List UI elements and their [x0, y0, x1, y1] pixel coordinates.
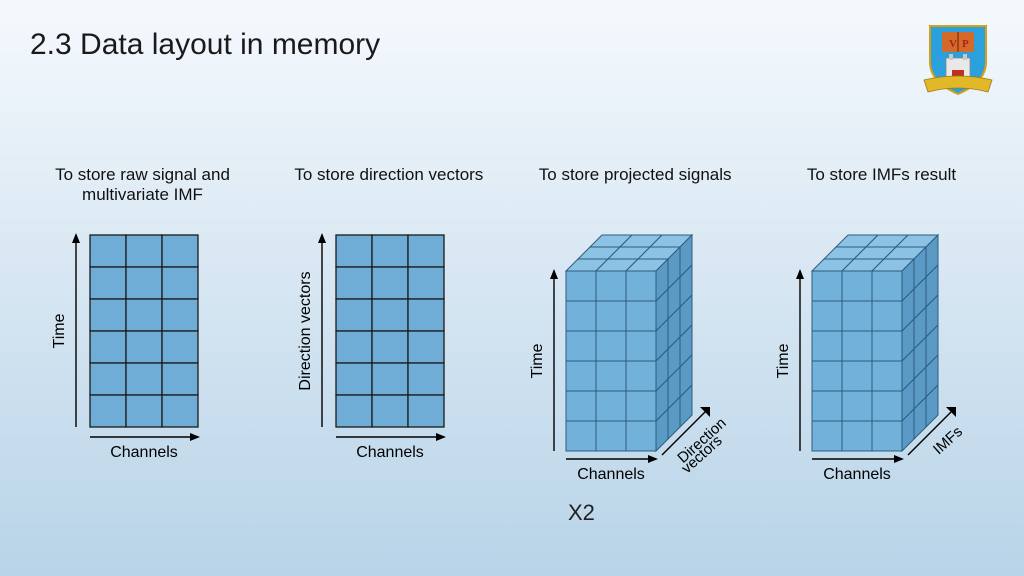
- diagram-row: To store raw signal andmultivariate IMF T…: [25, 165, 999, 505]
- svg-text:V: V: [949, 38, 957, 50]
- svg-text:Channels: Channels: [823, 466, 891, 483]
- diagram-caption: To store IMFs result: [764, 165, 999, 185]
- svg-text:Direction vectors: Direction vectors: [297, 271, 314, 390]
- svg-text:Channels: Channels: [577, 466, 645, 483]
- svg-text:P: P: [962, 38, 969, 50]
- svg-text:Time: Time: [775, 343, 792, 378]
- svg-text:Channels: Channels: [357, 444, 425, 461]
- footnote-x2: X2: [568, 500, 595, 526]
- diagram-caption: To store projected signals: [518, 165, 753, 185]
- svg-text:Time: Time: [529, 343, 546, 378]
- diagram-0: To store raw signal andmultivariate IMF T…: [25, 165, 260, 505]
- diagram-3: To store IMFs resultTimeChannelsIMFs: [764, 165, 999, 505]
- svg-text:Channels: Channels: [110, 444, 178, 461]
- diagram-caption: To store raw signal andmultivariate IMF: [25, 165, 260, 206]
- cube-3d-icon: TimeChannelsDirectionvectors: [518, 225, 753, 505]
- university-logo: V P: [922, 22, 994, 110]
- svg-text:Time: Time: [51, 313, 68, 348]
- cube-3d-icon: TimeChannelsIMFs: [764, 225, 999, 505]
- diagram-caption: To store direction vectors: [271, 165, 506, 185]
- grid-2d-icon: Direction vectors Channels: [271, 225, 506, 505]
- page-title: 2.3 Data layout in memory: [30, 28, 380, 62]
- diagram-1: To store direction vectors Direction vect…: [271, 165, 506, 505]
- diagram-2: To store projected signalsTimeChannelsDi…: [518, 165, 753, 505]
- grid-2d-icon: Time Channels: [25, 225, 260, 505]
